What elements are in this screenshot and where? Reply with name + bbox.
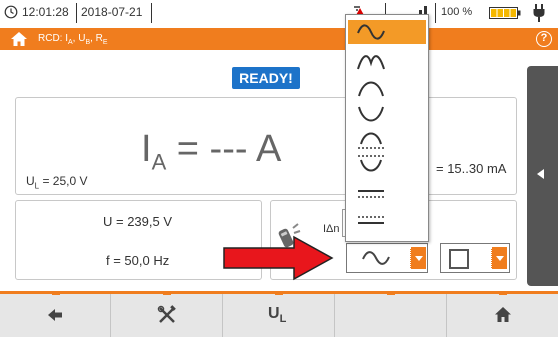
waveform-option-negative-half-dc[interactable] <box>348 152 426 176</box>
side-panel-toggle[interactable] <box>527 66 558 286</box>
status-time: 12:01:28 <box>22 5 69 19</box>
ul-button-label: UL <box>268 305 286 325</box>
status-separator <box>76 3 77 23</box>
toolbar-notch <box>163 291 171 295</box>
test-mode-dropdown[interactable] <box>440 243 510 273</box>
ul-voltage-button[interactable]: UL <box>223 291 335 337</box>
half-wave-up-dc-icon <box>358 132 384 149</box>
status-date: 2018-07-21 <box>81 5 143 19</box>
waveform-options-list <box>345 14 429 242</box>
dc-positive-icon <box>358 190 384 198</box>
half-wave-down-dc-icon <box>358 155 384 172</box>
result-symbol: I <box>141 128 152 170</box>
voltage-readout: U = 239,5 V <box>103 214 173 229</box>
ul-limit-text: UL = 25,0 V <box>26 174 88 190</box>
toolbar-notch <box>52 291 60 295</box>
toolbar-notch <box>275 291 283 295</box>
home-icon <box>495 307 511 322</box>
waveform-option-positive-half-dc[interactable] <box>348 127 426 151</box>
result-value: = --- A <box>166 128 282 170</box>
chevron-down-icon <box>496 256 504 261</box>
status-badge: READY! <box>232 67 300 89</box>
red-arrow-annotation <box>223 235 334 281</box>
back-button[interactable] <box>0 291 111 337</box>
battery-percent: 100 % <box>441 6 473 18</box>
half-wave-up-icon <box>358 81 384 97</box>
title-text: , R <box>90 33 103 44</box>
half-wave-down-icon <box>358 106 384 122</box>
result-panel: IA = --- A UL = 25,0 V = 15..30 mA <box>15 97 517 195</box>
waveform-dropdown[interactable] <box>346 243 428 273</box>
single-test-icon <box>449 249 469 269</box>
waveform-option-dc-negative[interactable] <box>348 208 426 232</box>
positive-half-wave-icon <box>357 55 385 70</box>
title-text: RCD: I <box>38 33 68 44</box>
waveform-option-positive-half-alt[interactable] <box>348 76 426 100</box>
ul-value: = 25,0 V <box>39 174 88 188</box>
help-button[interactable]: ? <box>536 31 552 47</box>
title-text: , U <box>72 33 86 44</box>
waveform-option-positive-half[interactable] <box>348 50 426 74</box>
settings-tools-button[interactable] <box>111 291 223 337</box>
home-button[interactable] <box>447 291 558 337</box>
sine-wave-icon <box>357 24 385 40</box>
ul-button-subscript: L <box>279 313 287 326</box>
clock-icon <box>4 5 18 19</box>
arrow-left-icon <box>48 309 62 321</box>
waveform-dropdown-button[interactable] <box>410 247 426 269</box>
title-bar: RCD: IA, UB, RE ? <box>0 28 558 50</box>
arrow-left-icon <box>537 169 544 179</box>
test-mode-dropdown-button[interactable] <box>491 247 507 269</box>
status-separator <box>151 3 152 23</box>
battery-icon <box>489 7 521 19</box>
bottom-toolbar: UL <box>0 291 558 337</box>
screen-title: RCD: IA, UB, RE <box>38 33 108 46</box>
dc-negative-icon <box>358 216 384 224</box>
result-subscript: A <box>151 149 167 175</box>
trip-current-result: IA = --- A <box>141 128 281 176</box>
empty-toolbar-button[interactable] <box>335 291 447 337</box>
status-separator <box>435 3 436 23</box>
toolbar-notch <box>499 291 507 295</box>
ul-button-symbol: U <box>268 305 280 322</box>
status-bar: 12:01:28 2018-07-21 100 % <box>0 0 558 26</box>
frequency-readout: f = 50,0 Hz <box>106 253 170 268</box>
ul-symbol: U <box>26 174 35 188</box>
waveform-option-sine[interactable] <box>348 20 426 44</box>
power-plug-icon <box>533 4 545 22</box>
waveform-option-dc-positive[interactable] <box>348 181 426 205</box>
chevron-down-icon <box>415 256 423 261</box>
tools-icon <box>157 305 176 323</box>
waveform-option-negative-half[interactable] <box>348 103 426 127</box>
toolbar-notch <box>387 291 395 295</box>
sine-wave-icon <box>362 251 390 265</box>
title-subscript: E <box>102 39 108 46</box>
idn-range-text: = 15..30 mA <box>436 161 507 176</box>
home-icon[interactable] <box>10 31 28 47</box>
screen: 12:01:28 2018-07-21 100 % RCD: IA, UB, R… <box>0 0 558 337</box>
